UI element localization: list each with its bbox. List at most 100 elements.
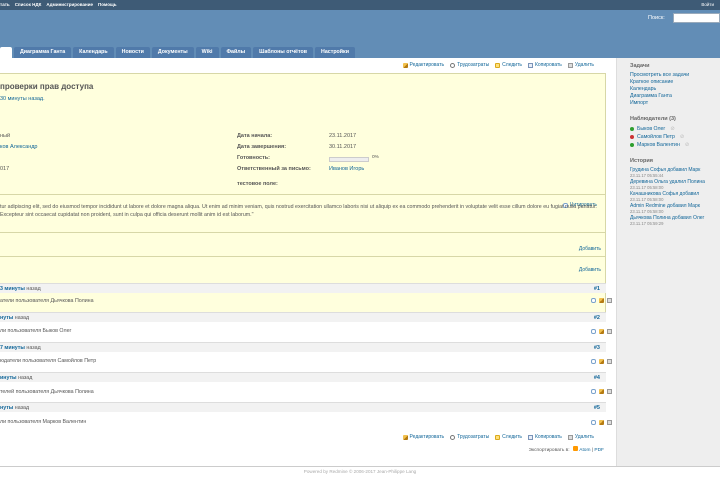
history-date: 23.11.17 05:59:29 bbox=[630, 221, 664, 226]
top-menu: тать Список НДК Администрирование Помощь… bbox=[0, 0, 720, 10]
trash-icon[interactable] bbox=[607, 298, 612, 303]
tab-documents[interactable]: Документы bbox=[151, 47, 194, 58]
search-input[interactable] bbox=[673, 13, 720, 23]
copy-icon bbox=[527, 434, 533, 440]
tab-report-templates[interactable]: Шаблоны отчётов bbox=[253, 47, 314, 58]
watch-button[interactable]: Следить bbox=[495, 434, 522, 440]
journal-number[interactable]: #4 bbox=[594, 375, 600, 381]
remove-watcher-icon[interactable]: ⊘ bbox=[670, 125, 674, 133]
journal-note: атели пользователя Дьячкова Полина bbox=[0, 298, 94, 304]
sidebar-link-import[interactable]: Импорт bbox=[630, 100, 720, 107]
watcher-item: Быков Олег ⊘ bbox=[630, 125, 720, 133]
top-menu-item-help[interactable]: Помощь bbox=[98, 2, 117, 7]
edit-button[interactable]: Редактировать bbox=[402, 434, 444, 440]
delete-button[interactable]: Удалить bbox=[567, 434, 594, 440]
export-pdf-link[interactable]: PDF bbox=[594, 448, 604, 453]
attr-start-value: 23.11.2017 bbox=[329, 133, 357, 139]
login-link[interactable]: Войти bbox=[701, 2, 714, 7]
top-menu-item-ndk[interactable]: Список НДК bbox=[15, 2, 42, 7]
watcher-name[interactable]: Самойлов Петр bbox=[637, 133, 675, 141]
issue-description: tur adipiscing elit, sed do eiusmod temp… bbox=[0, 204, 597, 218]
trash-icon[interactable] bbox=[607, 359, 612, 364]
top-menu-item-0[interactable]: тать bbox=[0, 2, 10, 7]
pencil-icon[interactable] bbox=[599, 359, 604, 364]
journal-time: нуты назад bbox=[0, 405, 30, 411]
journal-header: нуты назад #2 bbox=[0, 312, 606, 322]
clock-icon bbox=[450, 62, 456, 68]
attr-responsible-value[interactable]: Иванов Игорь bbox=[329, 166, 364, 172]
history-item: Грудина Софья добавил Марк 23.11.17 05:55… bbox=[630, 167, 720, 179]
quote-icon[interactable] bbox=[591, 389, 596, 394]
feed-icon bbox=[572, 446, 578, 451]
trash-icon bbox=[567, 434, 573, 440]
tab-calendar[interactable]: Календарь bbox=[73, 47, 114, 58]
quote-icon[interactable] bbox=[591, 359, 596, 364]
pencil-icon bbox=[402, 62, 408, 68]
copy-button[interactable]: Копировать bbox=[527, 62, 562, 68]
journal-note: ли пользователя Марков Валентин bbox=[0, 419, 87, 425]
divider bbox=[0, 256, 605, 257]
user-status-icon bbox=[630, 135, 634, 139]
journal-controls bbox=[591, 298, 612, 303]
top-menu-item-admin[interactable]: Администрирование bbox=[46, 2, 93, 7]
history-item: Admin Redmine добавил Марк 23.11.17 05:58… bbox=[630, 203, 720, 215]
journal-time: 3 минуты назад bbox=[0, 286, 41, 292]
journal-number[interactable]: #5 bbox=[594, 405, 600, 411]
clock-icon bbox=[450, 434, 456, 440]
journal-time: 7 минуты назад bbox=[0, 345, 41, 351]
attr-assignee-value[interactable]: ков Александр bbox=[0, 144, 38, 150]
journal-header: нуты назад #5 bbox=[0, 402, 606, 412]
trash-icon[interactable] bbox=[607, 389, 612, 394]
pencil-icon[interactable] bbox=[599, 329, 604, 334]
tab-gantt[interactable]: Диаграмма Ганта bbox=[14, 47, 72, 58]
tab-wiki[interactable]: Wiki bbox=[195, 47, 219, 58]
pencil-icon[interactable] bbox=[599, 389, 604, 394]
tab-issues[interactable] bbox=[0, 47, 12, 58]
journal-time: нуты назад bbox=[0, 315, 30, 321]
trash-icon[interactable] bbox=[607, 329, 612, 334]
attr-test-label: тестовое поле: bbox=[237, 181, 278, 187]
journal-number[interactable]: #3 bbox=[594, 345, 600, 351]
quote-icon[interactable] bbox=[591, 298, 596, 303]
watcher-name[interactable]: Марков Валентин bbox=[637, 141, 680, 149]
journal-number[interactable]: #2 bbox=[594, 315, 600, 321]
quote-icon[interactable] bbox=[591, 329, 596, 334]
remove-watcher-icon[interactable]: ⊘ bbox=[680, 133, 684, 141]
search-label: Поиск: bbox=[648, 15, 665, 21]
add-relation-link[interactable]: Добавить bbox=[579, 267, 601, 273]
log-time-button[interactable]: Трудозатраты bbox=[450, 434, 489, 440]
footer: Powered by Redmine © 2006-2017 Jean-Phil… bbox=[0, 466, 720, 480]
tab-news[interactable]: Новости bbox=[115, 47, 150, 58]
tab-files[interactable]: Файлы bbox=[220, 47, 252, 58]
issue-subject: проверки прав доступа bbox=[0, 82, 94, 91]
issue-author-line[interactable]: 30 минуты назад. bbox=[0, 96, 45, 102]
log-time-button[interactable]: Трудозатраты bbox=[450, 62, 489, 68]
trash-icon[interactable] bbox=[607, 420, 612, 425]
copy-button[interactable]: Копировать bbox=[527, 434, 562, 440]
attr-due-label: Дата завершения: bbox=[237, 144, 287, 150]
export-atom-link[interactable]: Atom bbox=[579, 448, 590, 453]
pencil-icon[interactable] bbox=[599, 298, 604, 303]
edit-button[interactable]: Редактировать bbox=[402, 62, 444, 68]
watch-button[interactable]: Следить bbox=[495, 62, 522, 68]
journal-number[interactable]: #1 bbox=[594, 286, 600, 292]
journal-controls bbox=[591, 329, 612, 334]
quote-icon[interactable] bbox=[591, 420, 596, 425]
journal-header: 7 минуты назад #3 bbox=[0, 342, 606, 352]
tab-settings[interactable]: Настройки bbox=[315, 47, 355, 58]
issue-actions-bottom: Редактировать Трудозатраты Следить Копир… bbox=[402, 434, 594, 440]
history-item: Качашникова Софья добавил 23.11.17 05:58:… bbox=[630, 191, 720, 203]
watcher-name[interactable]: Быков Олег bbox=[637, 125, 665, 133]
journal-time: инуты назад bbox=[0, 375, 33, 381]
delete-button[interactable]: Удалить bbox=[567, 62, 594, 68]
sidebar-link-summary[interactable]: Краткое описание bbox=[630, 79, 720, 86]
sidebar-link-calendar[interactable]: Календарь bbox=[630, 86, 720, 93]
add-subtask-link[interactable]: Добавить bbox=[579, 246, 601, 252]
sidebar-link-gantt[interactable]: Диаграмма Ганта bbox=[630, 93, 720, 100]
remove-watcher-icon[interactable]: ⊘ bbox=[685, 141, 689, 149]
star-icon bbox=[495, 434, 501, 440]
sidebar-link-all-issues[interactable]: Просмотреть все задачи bbox=[630, 72, 720, 79]
pencil-icon[interactable] bbox=[599, 420, 604, 425]
journal-controls bbox=[591, 359, 612, 364]
sidebar-tasks-title: Задачи bbox=[630, 63, 650, 69]
